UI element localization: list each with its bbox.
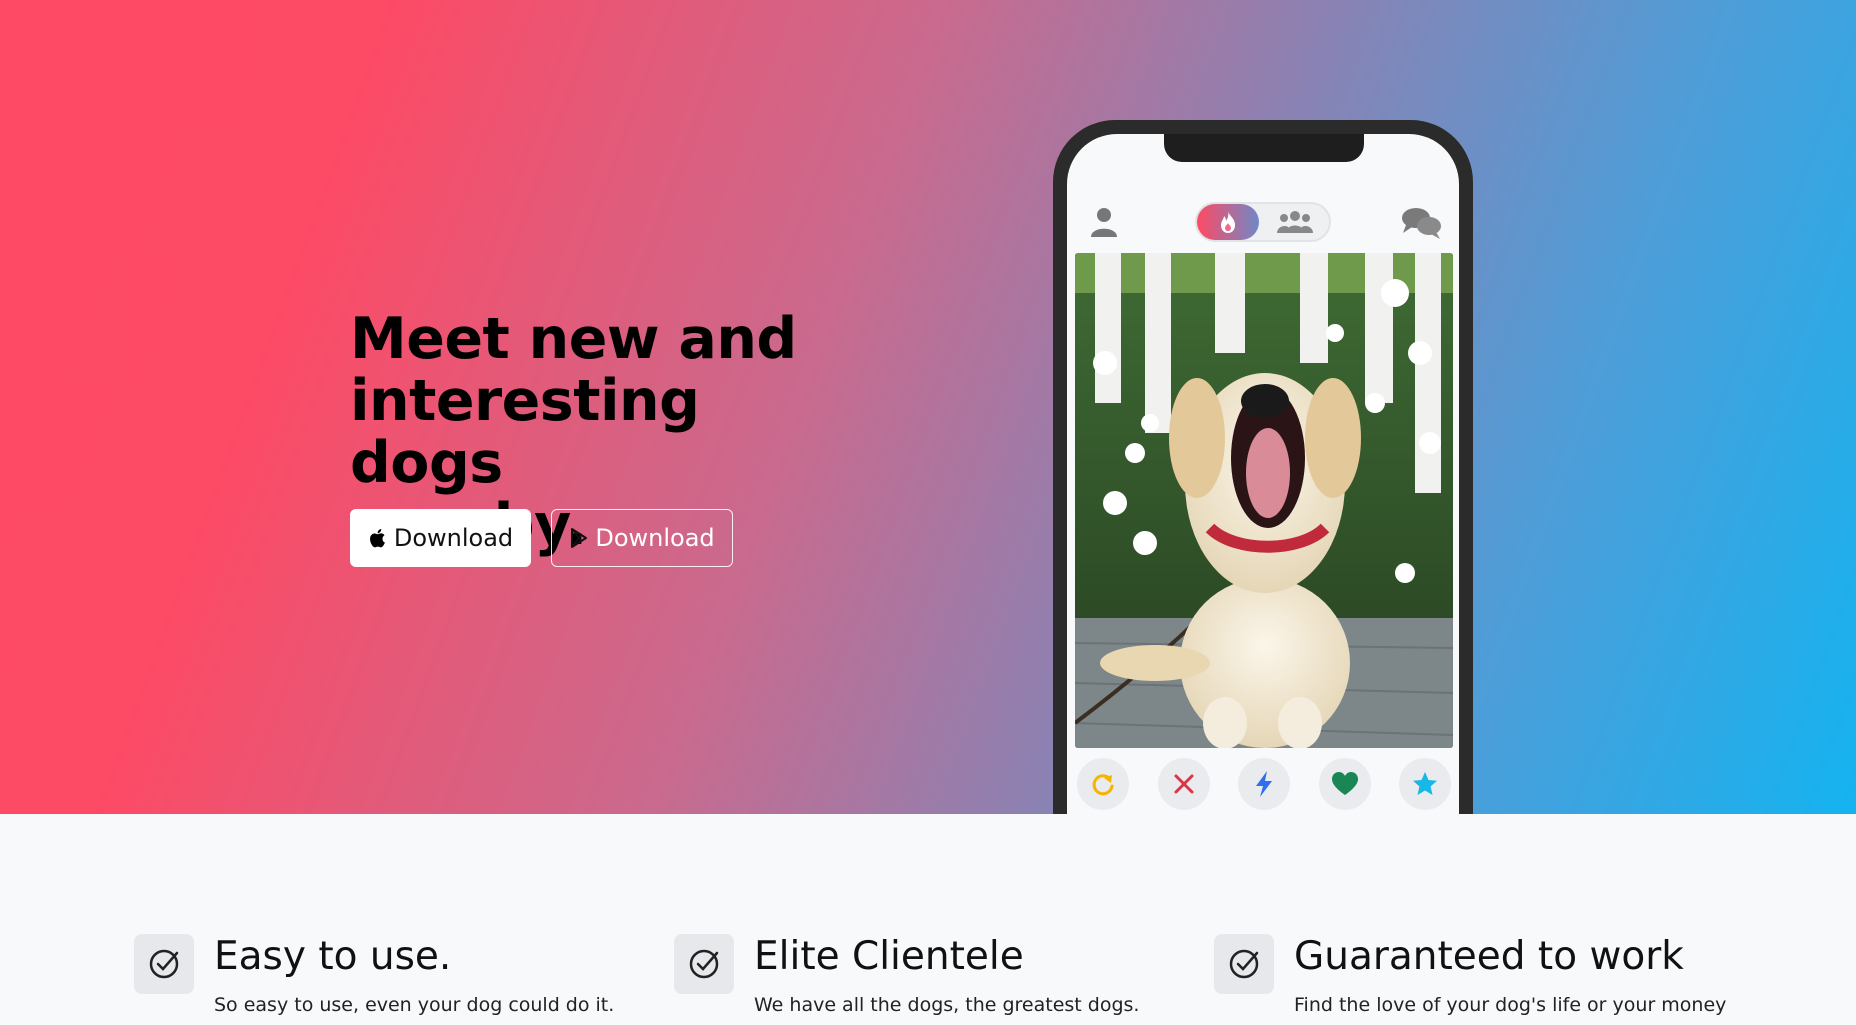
lightning-icon <box>1256 771 1272 797</box>
mode-toggle[interactable] <box>1195 202 1331 242</box>
features-section: Easy to use. So easy to use, even your d… <box>0 814 1856 1025</box>
people-group-icon[interactable] <box>1277 209 1313 235</box>
headline-line-2: interesting dogs <box>350 368 700 496</box>
dog-image <box>1075 253 1453 748</box>
tab-discover[interactable] <box>1197 204 1259 240</box>
google-play-button-label: Download <box>595 524 715 552</box>
phone-notch <box>1164 134 1364 162</box>
headline-line-1: Meet new and <box>350 306 797 372</box>
x-icon <box>1174 774 1193 794</box>
nope-button[interactable] <box>1157 758 1210 810</box>
google-play-download-button[interactable]: Download <box>551 509 733 567</box>
phone-mockup <box>1053 120 1473 814</box>
app-store-download-button[interactable]: Download <box>350 509 531 567</box>
feature-title: Elite Clientele <box>754 934 1024 979</box>
chat-bubbles-icon[interactable] <box>1401 206 1443 240</box>
feature-description: So easy to use, even your dog could do i… <box>214 994 615 1016</box>
heart-icon <box>1331 772 1358 795</box>
hero-section: Meet new and interesting dogs nearby. Do… <box>0 0 1856 814</box>
like-button[interactable] <box>1318 758 1371 810</box>
feature-title: Easy to use. <box>214 934 452 979</box>
app-store-button-label: Download <box>393 524 514 552</box>
phone-screen <box>1067 134 1459 814</box>
flame-icon <box>1221 211 1235 233</box>
feature-title: Guaranteed to work <box>1294 934 1684 979</box>
google-play-icon <box>571 528 588 548</box>
check-circle-icon <box>134 934 194 994</box>
super-like-button[interactable] <box>1399 758 1451 810</box>
swipe-actions-bar <box>1075 758 1453 814</box>
feature-description: We have all the dogs, the greatest dogs. <box>754 994 1140 1016</box>
apple-icon <box>369 529 385 548</box>
person-icon[interactable] <box>1089 206 1119 238</box>
feature-description: Find the love of your dog's life or your… <box>1294 994 1727 1016</box>
check-circle-icon <box>1214 934 1274 994</box>
dog-photo[interactable] <box>1075 253 1453 748</box>
check-circle-icon <box>674 934 734 994</box>
boost-button[interactable] <box>1238 758 1290 810</box>
rotate-arrow-icon <box>1092 774 1114 796</box>
rewind-button[interactable] <box>1077 758 1129 810</box>
star-icon <box>1413 772 1437 795</box>
